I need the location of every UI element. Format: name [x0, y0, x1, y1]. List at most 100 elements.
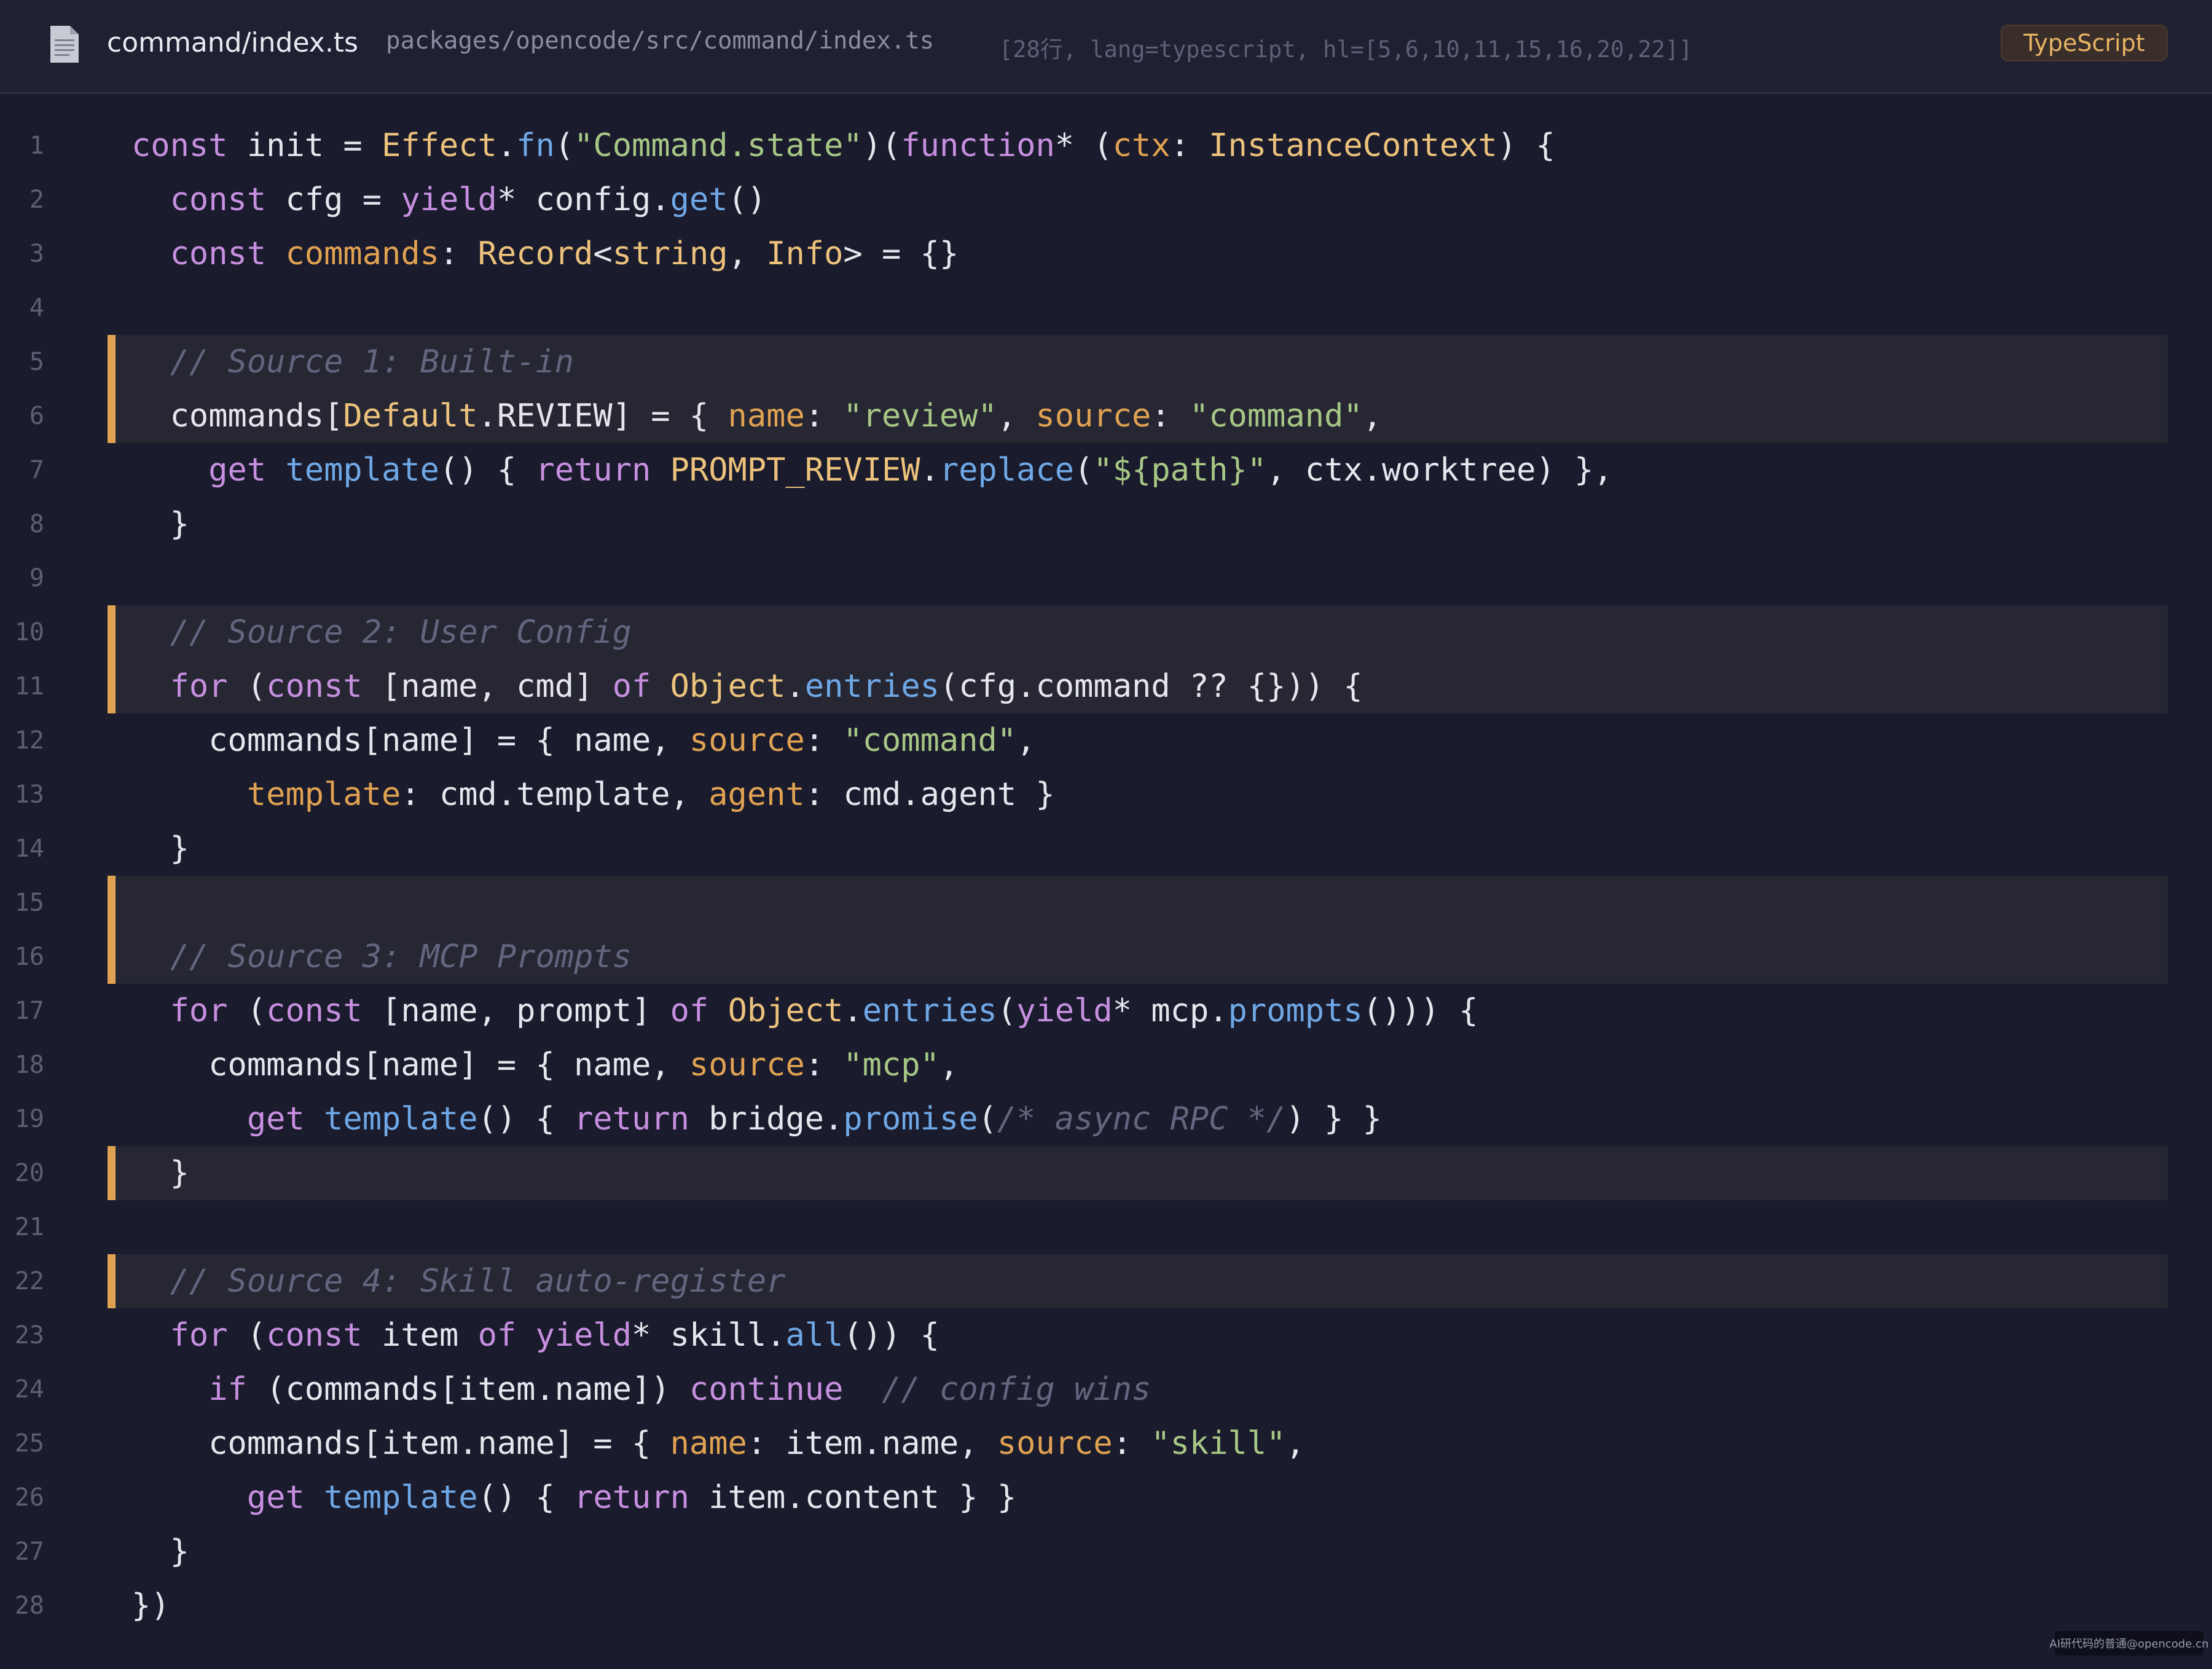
- code-editor[interactable]: 1 const init = Effect.fn("Command.state")…: [0, 119, 2212, 1633]
- code-token: (): [728, 181, 767, 218]
- code-token: item.content } }: [689, 1479, 1017, 1516]
- code-token: get: [208, 452, 267, 489]
- code-token: // Source 1: Built-in: [170, 344, 575, 380]
- code-token: ctx: [1112, 127, 1171, 164]
- code-token: get: [246, 1101, 305, 1137]
- code-token: ())) {: [1362, 992, 1478, 1029]
- line-number: 24: [14, 1375, 44, 1404]
- line-number: 20: [14, 1159, 44, 1187]
- code-token: const: [170, 235, 267, 272]
- code-token: .: [785, 668, 805, 705]
- code-line: 9: [0, 551, 2212, 605]
- code-line: 5 // Source 1: Built-in: [0, 335, 2212, 389]
- code-token: > = {}: [843, 235, 959, 272]
- code-token: Object: [728, 992, 844, 1029]
- code-token: template: [285, 452, 439, 489]
- code-token: :: [804, 398, 844, 434]
- code-token: .: [920, 452, 939, 489]
- code-line: 28}): [0, 1579, 2212, 1633]
- code-token: template: [324, 1479, 478, 1516]
- line-number: 16: [14, 943, 44, 971]
- code-text: get template() { return item.content } }: [131, 1471, 1016, 1525]
- code-token: /* async RPC */: [997, 1101, 1286, 1137]
- code-line: 15: [0, 876, 2212, 930]
- code-token: template: [246, 776, 401, 813]
- code-token: (: [554, 127, 575, 164]
- code-token: [name, prompt]: [362, 992, 670, 1029]
- line-number: 22: [14, 1267, 44, 1295]
- language-badge[interactable]: TypeScript: [2001, 25, 2168, 61]
- code-token: .REVIEW] = {: [477, 398, 728, 434]
- line-number: 17: [14, 997, 44, 1025]
- code-line: 16 // Source 3: MCP Prompts: [0, 930, 2212, 984]
- line-number: 12: [14, 726, 44, 755]
- code-token: () {: [477, 1101, 575, 1137]
- code-token: (commands[item.name]): [246, 1371, 689, 1408]
- code-token: for: [170, 1317, 228, 1354]
- code-line: 10 // Source 2: User Config: [0, 605, 2212, 659]
- code-token: agent: [708, 776, 805, 813]
- line-number: 1: [29, 132, 44, 160]
- line-number: 28: [14, 1592, 44, 1620]
- code-token: prompts: [1228, 992, 1363, 1029]
- code-token: yield: [535, 1317, 632, 1354]
- code-token: :: [1112, 1425, 1151, 1462]
- code-token: // config wins: [882, 1371, 1151, 1408]
- line-number: 21: [14, 1213, 44, 1241]
- code-text: }: [131, 1525, 189, 1579]
- code-token: Info: [766, 235, 844, 272]
- code-token: * mcp.: [1112, 992, 1228, 1029]
- code-text: commands[name] = { name, source: "comman…: [131, 713, 1035, 768]
- code-line: 7 get template() { return PROMPT_REVIEW.…: [0, 443, 2212, 497]
- line-number: 7: [29, 456, 44, 484]
- line-number: 3: [29, 240, 44, 268]
- code-text: // Source 3: MCP Prompts: [131, 930, 632, 984]
- code-line: 24 if (commands[item.name]) continue // …: [0, 1362, 2212, 1416]
- code-token: // Source 4: Skill auto-register: [170, 1263, 786, 1300]
- code-token: Record: [477, 235, 594, 272]
- code-text: get template() { return PROMPT_REVIEW.re…: [131, 443, 1612, 497]
- code-line: 4: [0, 281, 2212, 335]
- code-token: ,: [1362, 398, 1382, 434]
- code-token: ,: [939, 1047, 959, 1083]
- line-number: 14: [14, 834, 44, 863]
- code-token: :: [1170, 127, 1209, 164]
- code-token: promise: [843, 1101, 978, 1137]
- code-token: (: [227, 668, 267, 705]
- line-number: 19: [14, 1105, 44, 1133]
- code-token: Object: [670, 668, 786, 705]
- code-token: ,: [728, 235, 767, 272]
- code-token: "review": [843, 398, 997, 434]
- code-token: fn: [516, 127, 555, 164]
- code-token: :: [804, 1047, 844, 1083]
- code-token: : item.name,: [747, 1425, 997, 1462]
- code-token: <: [593, 235, 613, 272]
- code-text: commands[item.name] = { name: item.name,…: [131, 1416, 1305, 1471]
- code-line: 22 // Source 4: Skill auto-register: [0, 1254, 2212, 1308]
- code-token: source: [689, 1047, 805, 1083]
- file-meta: [28行, lang=typescript, hl=[5,6,10,11,15,…: [999, 36, 1693, 63]
- code-line: 8 }: [0, 497, 2212, 551]
- code-text: commands[Default.REVIEW] = { name: "revi…: [131, 389, 1382, 443]
- code-text: // Source 2: User Config: [131, 605, 632, 659]
- code-token: entries: [862, 992, 997, 1029]
- code-token: ,: [1285, 1425, 1305, 1462]
- code-token: // Source 3: MCP Prompts: [170, 938, 632, 975]
- code-token: () {: [477, 1479, 575, 1516]
- code-token: commands[: [131, 398, 343, 434]
- code-line: 21: [0, 1200, 2212, 1254]
- code-line: 6 commands[Default.REVIEW] = { name: "re…: [0, 389, 2212, 443]
- code-line: 20 }: [0, 1146, 2212, 1200]
- code-token: source: [1035, 398, 1151, 434]
- document-icon: [50, 26, 79, 63]
- code-line: 19 get template() { return bridge.promis…: [0, 1092, 2212, 1146]
- file-name: command/index.ts: [107, 27, 358, 58]
- code-token: all: [785, 1317, 844, 1354]
